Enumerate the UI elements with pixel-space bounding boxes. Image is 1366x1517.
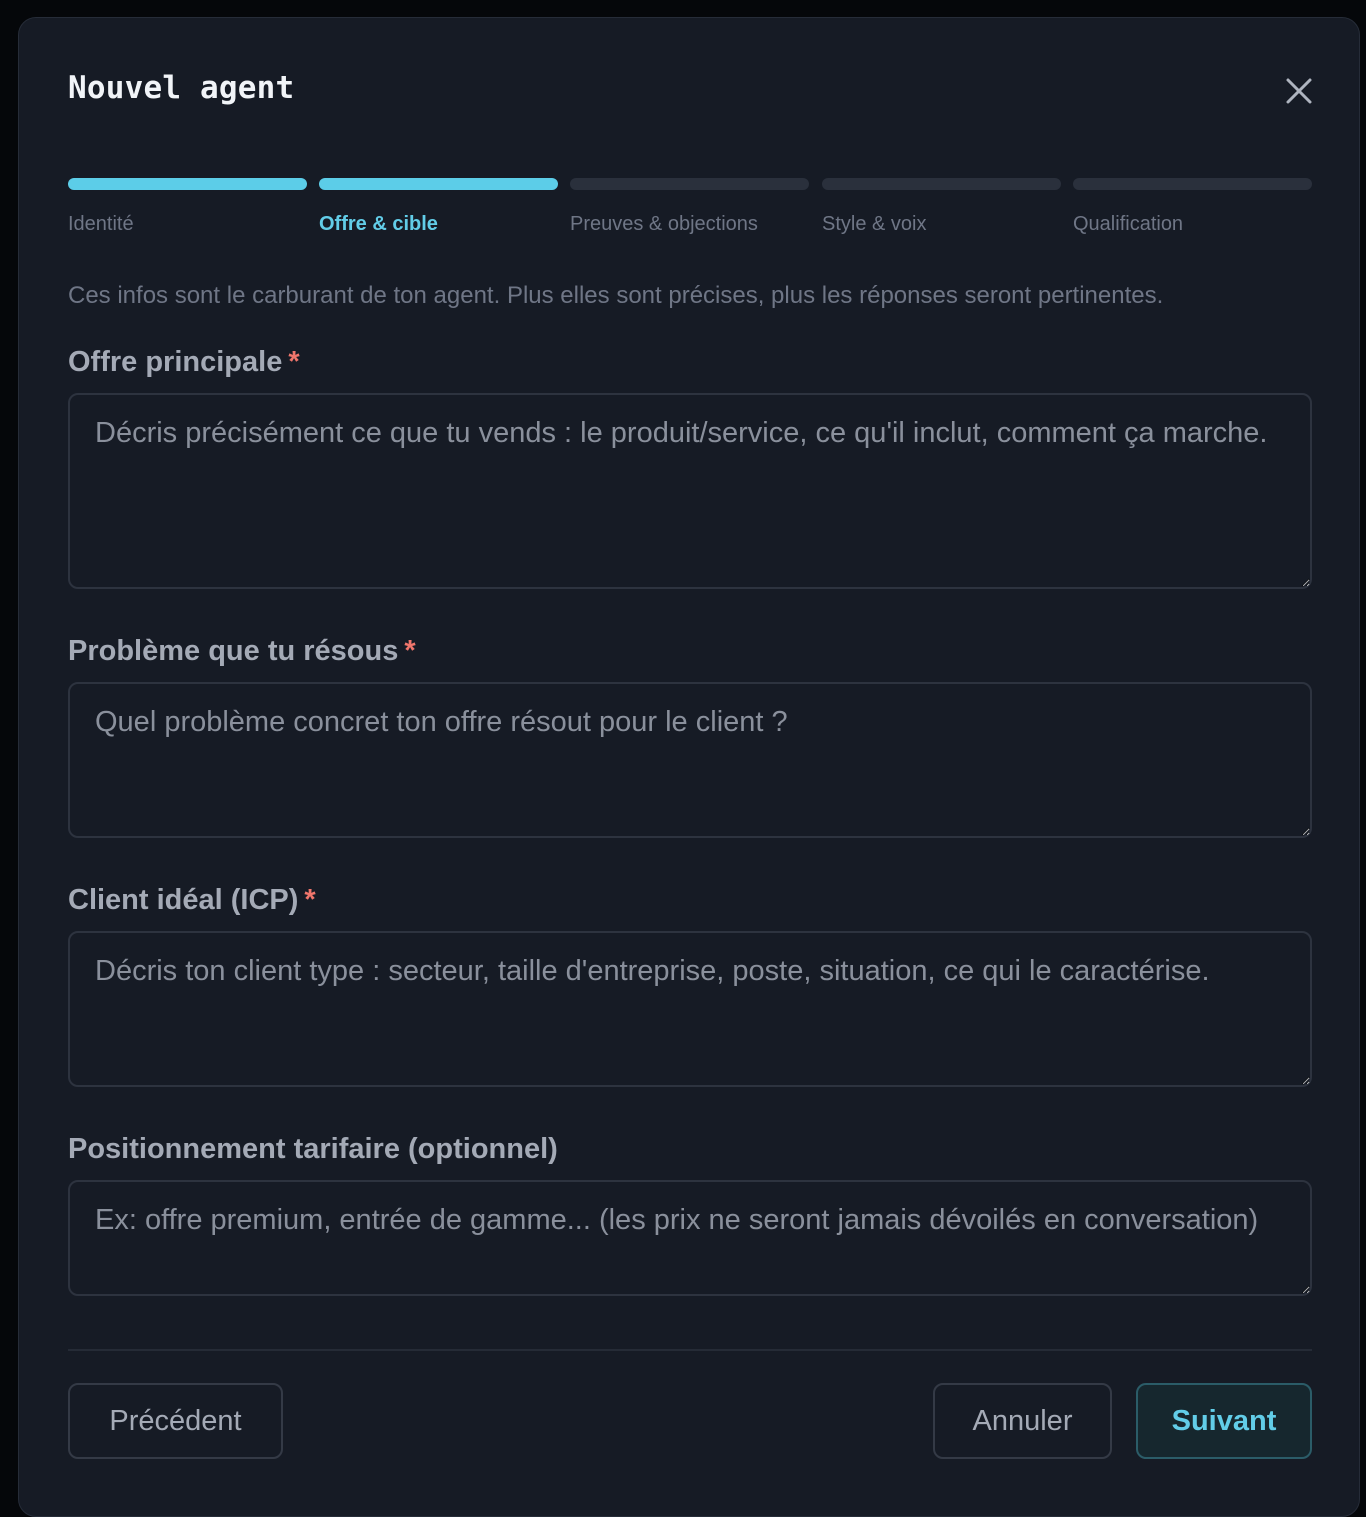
footer-divider bbox=[68, 1349, 1312, 1351]
field-client-ideal: Client idéal (ICP) * bbox=[68, 884, 1312, 1087]
step-style-voix[interactable]: Style & voix bbox=[822, 178, 1061, 236]
positionnement-tarifaire-textarea[interactable] bbox=[68, 1180, 1312, 1296]
step-label: Qualification bbox=[1073, 213, 1184, 235]
field-label: Client idéal (ICP) * bbox=[68, 884, 1312, 917]
close-icon bbox=[1286, 78, 1312, 104]
stepper: Identité Offre & cible Preuves & objecti… bbox=[68, 178, 1312, 248]
field-offre-principale: Offre principale * bbox=[68, 346, 1312, 589]
dialog-title: Nouvel agent bbox=[68, 70, 295, 106]
field-label: Problème que tu résous * bbox=[68, 635, 1312, 668]
probleme-textarea[interactable] bbox=[68, 682, 1312, 838]
field-positionnement-tarifaire: Positionnement tarifaire (optionnel) bbox=[68, 1133, 1312, 1296]
required-mark: * bbox=[288, 346, 300, 378]
step-label: Offre & cible bbox=[319, 213, 438, 235]
step-label: Style & voix bbox=[822, 213, 927, 235]
step-qualification[interactable]: Qualification bbox=[1073, 178, 1312, 236]
step-label: Preuves & objections bbox=[570, 213, 758, 235]
close-button[interactable] bbox=[1283, 75, 1315, 107]
cancel-button[interactable]: Annuler bbox=[933, 1383, 1112, 1459]
offre-principale-textarea[interactable] bbox=[68, 393, 1312, 589]
field-probleme: Problème que tu résous * bbox=[68, 635, 1312, 838]
required-mark: * bbox=[404, 635, 416, 667]
previous-button[interactable]: Précédent bbox=[68, 1383, 283, 1459]
client-ideal-textarea[interactable] bbox=[68, 931, 1312, 1087]
step-progress-bar bbox=[319, 178, 558, 190]
field-label-text: Client idéal (ICP) bbox=[68, 884, 299, 916]
next-button[interactable]: Suivant bbox=[1136, 1383, 1312, 1459]
intro-text: Ces infos sont le carburant de ton agent… bbox=[68, 282, 1164, 309]
step-progress-bar bbox=[570, 178, 809, 190]
step-progress-bar bbox=[822, 178, 1061, 190]
field-label-text: Offre principale bbox=[68, 346, 283, 378]
field-label: Offre principale * bbox=[68, 346, 1312, 379]
step-progress-bar bbox=[68, 178, 307, 190]
required-mark: * bbox=[304, 884, 316, 916]
step-offre-cible[interactable]: Offre & cible bbox=[319, 178, 558, 236]
field-label-text: Problème que tu résous bbox=[68, 635, 399, 667]
step-identite[interactable]: Identité bbox=[68, 178, 307, 236]
step-progress-bar bbox=[1073, 178, 1312, 190]
step-preuves-objections[interactable]: Preuves & objections bbox=[570, 178, 809, 236]
field-label: Positionnement tarifaire (optionnel) bbox=[68, 1133, 558, 1165]
new-agent-dialog: Nouvel agent Identité Offre & cible Preu… bbox=[18, 17, 1360, 1517]
step-label: Identité bbox=[68, 213, 134, 235]
